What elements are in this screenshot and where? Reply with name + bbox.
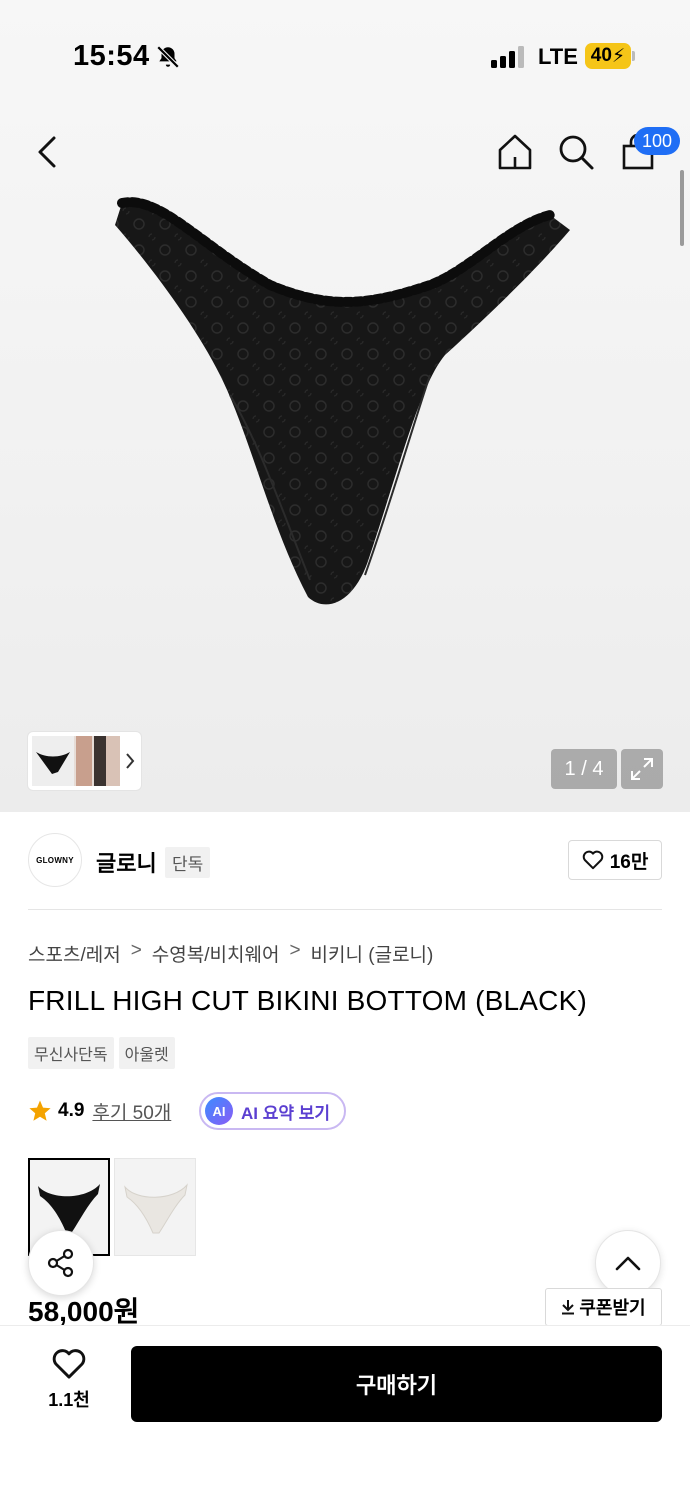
battery-cap	[632, 51, 635, 61]
battery-level: 40	[590, 45, 612, 66]
rating: 4.9 후기 50개	[28, 1096, 171, 1126]
brand-like-button[interactable]: 16만	[568, 840, 662, 880]
product-tag: 아울렛	[118, 1037, 175, 1069]
wishlist-button[interactable]: 1.1천	[36, 1348, 102, 1418]
product-image	[115, 197, 570, 605]
cart-badge: 100	[634, 127, 680, 155]
breadcrumb-item[interactable]: 스포츠/레저	[28, 940, 121, 967]
page-indicator: 1 / 4	[551, 749, 617, 789]
wishlist-count: 1.1천	[48, 1390, 90, 1410]
divider	[28, 909, 662, 910]
review-link[interactable]: 후기 50개	[92, 1098, 171, 1125]
share-button[interactable]	[28, 1230, 94, 1296]
breadcrumb-separator: >	[130, 940, 142, 961]
ai-summary-button[interactable]: AI AI 요약 보기	[199, 1092, 347, 1130]
ai-badge: AI	[205, 1097, 233, 1125]
breadcrumb-separator: >	[289, 940, 301, 961]
rating-value: 4.9	[58, 1100, 85, 1121]
product-tag: 무신사단독	[28, 1037, 114, 1069]
brand-logo[interactable]: GLOWNY	[28, 833, 82, 887]
download-icon	[562, 1300, 575, 1315]
expand-button[interactable]	[621, 749, 663, 789]
back-icon[interactable]	[30, 132, 66, 172]
breadcrumb: 스포츠/레저 > 수영복/비치웨어 > 비키니 (글로니)	[28, 940, 433, 967]
network-label: LTE	[538, 44, 578, 69]
breadcrumb-item[interactable]: 수영복/비치웨어	[152, 940, 280, 967]
brand-like-count: 16만	[609, 851, 649, 873]
star-icon	[29, 1100, 51, 1121]
product-title: FRILL HIGH CUT BIKINI BOTTOM (BLACK)	[28, 985, 587, 1016]
breadcrumb-item[interactable]: 비키니 (글로니)	[311, 940, 434, 967]
battery-indicator: 40 ⚡	[585, 43, 631, 69]
heart-icon	[52, 1349, 86, 1379]
buy-button[interactable]: 구매하기	[131, 1346, 662, 1422]
product-price: 58,000원	[28, 1296, 140, 1327]
product-gallery: 15:54 LTE 40 ⚡ 100 1 / 4	[0, 0, 690, 812]
coupon-button[interactable]: 쿠폰받기	[545, 1288, 662, 1326]
thumbnail-strip[interactable]	[28, 732, 141, 790]
brand-exclusive-tag: 단독	[165, 847, 211, 878]
thumbnail-image	[74, 736, 120, 786]
bell-off-icon	[156, 45, 180, 69]
color-option-ivory[interactable]	[114, 1158, 196, 1256]
coupon-label: 쿠폰받기	[579, 1298, 646, 1318]
thumbnail-image	[32, 736, 74, 786]
heart-icon	[582, 850, 603, 870]
status-bar: 15:54 LTE 40 ⚡	[0, 0, 690, 110]
brand-name[interactable]: 글로니	[96, 846, 157, 878]
share-icon	[47, 1248, 74, 1278]
signal-icon	[491, 46, 524, 68]
color-option-image	[124, 1183, 188, 1234]
scroll-top-button[interactable]	[595, 1230, 661, 1296]
bottom-action-bar: 1.1천 구매하기	[0, 1325, 690, 1500]
search-icon[interactable]	[557, 132, 595, 172]
product-tags: 무신사단독 아울렛	[28, 1037, 175, 1069]
scrollbar[interactable]	[680, 170, 684, 246]
chevron-up-icon	[615, 1256, 641, 1271]
ai-summary-label: AI 요약 보기	[241, 1103, 331, 1123]
home-icon[interactable]	[496, 132, 534, 172]
chevron-right-icon	[126, 753, 135, 769]
expand-icon	[631, 758, 653, 780]
status-time: 15:54	[73, 40, 150, 72]
